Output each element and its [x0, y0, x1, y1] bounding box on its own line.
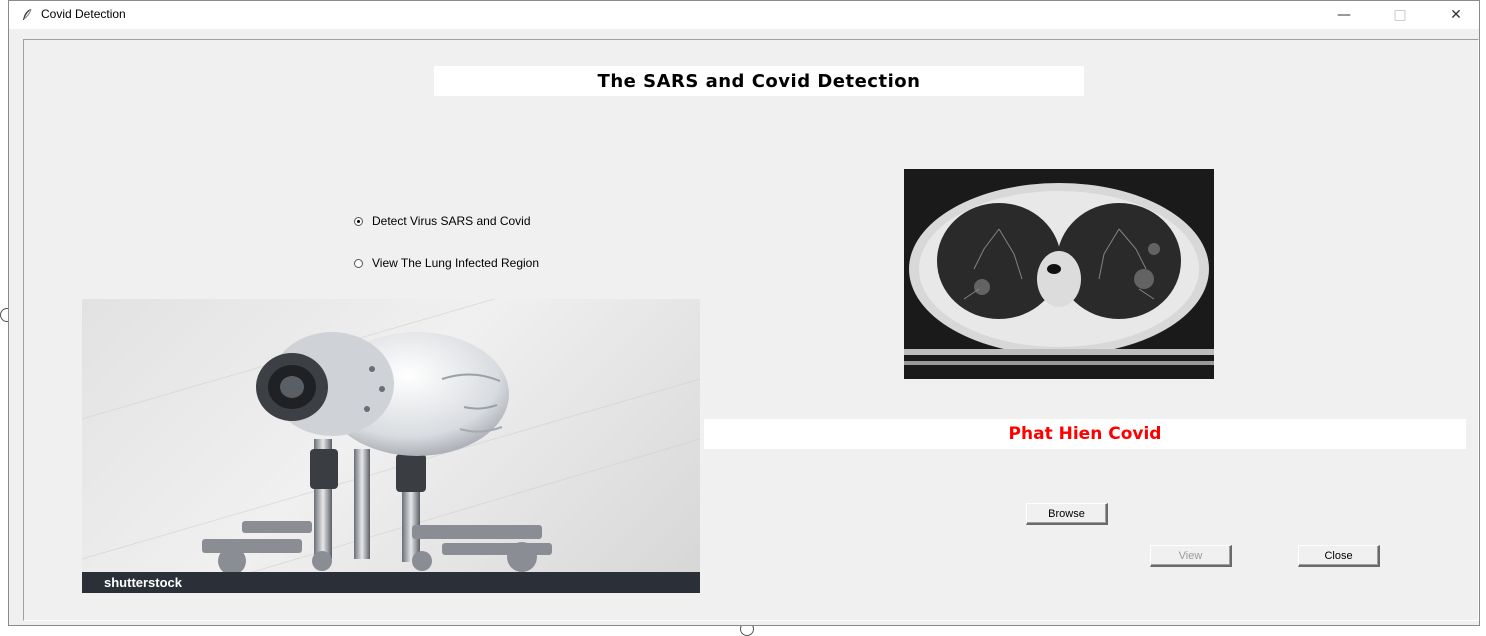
app-window: Covid Detection — □ ✕ The SARS and Covid… [8, 0, 1480, 626]
close-button[interactable]: Close [1298, 545, 1380, 567]
main-panel: The SARS and Covid Detection Detect Viru… [23, 39, 1479, 621]
title-bar[interactable]: Covid Detection — □ ✕ [9, 1, 1479, 29]
radio-label: View The Lung Infected Region [372, 256, 540, 270]
maximize-button[interactable]: □ [1377, 1, 1423, 29]
shutterstock-logo: shutterstock [104, 575, 183, 590]
robot-illustration [82, 299, 700, 593]
page-title: The SARS and Covid Detection [434, 66, 1084, 96]
radio-indicator[interactable] [354, 258, 363, 268]
radio-view-infected-region[interactable]: View The Lung Infected Region [354, 256, 539, 270]
window-title: Covid Detection [41, 7, 126, 21]
browse-button[interactable]: Browse [1026, 503, 1108, 525]
radio-indicator-selected[interactable] [354, 216, 363, 226]
lung-ct-illustration [904, 169, 1214, 379]
feather-icon [21, 7, 33, 26]
radio-label: Detect Virus SARS and Covid [372, 214, 531, 228]
robot-image: shutterstock [82, 299, 700, 593]
radio-detect-virus[interactable]: Detect Virus SARS and Covid [354, 214, 531, 228]
lung-ct-scan-image [904, 169, 1214, 379]
maximize-icon: □ [1393, 7, 1407, 23]
result-label: Phat Hien Covid [704, 419, 1466, 449]
minimize-button[interactable]: — [1321, 1, 1367, 29]
close-window-button[interactable]: ✕ [1433, 1, 1479, 29]
image-credit-bar: shutterstock [82, 572, 700, 593]
minimize-icon: — [1337, 7, 1351, 23]
view-button[interactable]: View [1150, 545, 1232, 567]
close-icon: ✕ [1450, 7, 1462, 23]
